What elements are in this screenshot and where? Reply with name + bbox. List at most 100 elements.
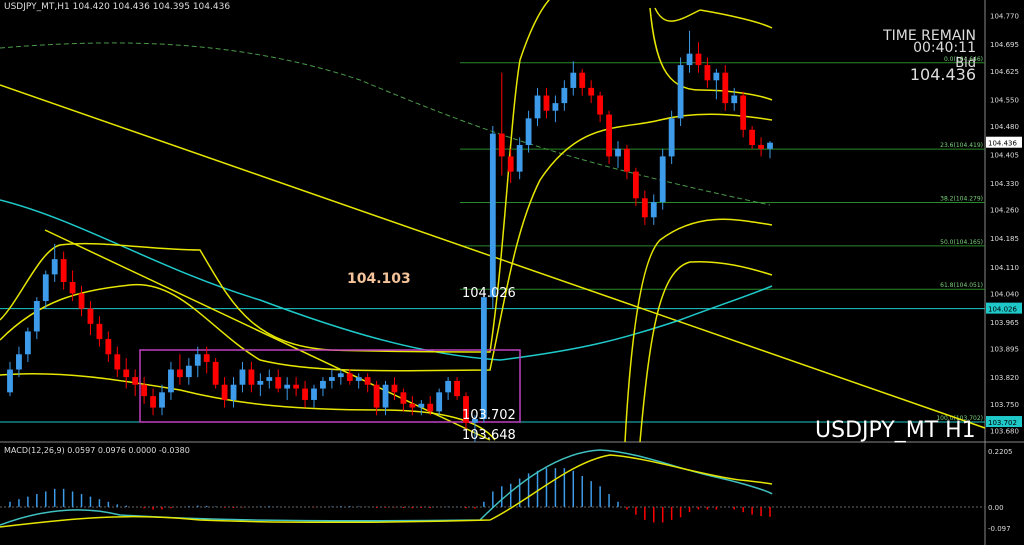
candle-body bbox=[257, 380, 264, 385]
candle-body bbox=[194, 354, 201, 366]
price-tick-label: 103.895 bbox=[990, 346, 1019, 354]
fib-label: 61.8(104.051) bbox=[940, 282, 983, 289]
candle-body bbox=[525, 118, 532, 145]
level-tag-label: 104.026 bbox=[988, 306, 1017, 314]
candle-body bbox=[713, 72, 720, 81]
price-tick-label: 103.750 bbox=[990, 401, 1019, 409]
upper-band-2 bbox=[654, 7, 701, 22]
annotation-mid: 104.026 bbox=[462, 286, 516, 301]
price-tick-label: 104.040 bbox=[990, 290, 1019, 298]
candle-body bbox=[632, 171, 639, 199]
candle-body bbox=[561, 87, 568, 104]
candle-body bbox=[355, 377, 362, 381]
candle-body bbox=[659, 156, 666, 203]
candle-body bbox=[454, 380, 460, 397]
candle-body bbox=[337, 373, 344, 378]
candle-body bbox=[579, 72, 586, 88]
candle-body bbox=[69, 281, 76, 294]
bid-value: 104.436 bbox=[909, 65, 976, 84]
fib-label: 38.2(104.279) bbox=[940, 195, 983, 202]
candle-body bbox=[722, 72, 729, 104]
candle-body bbox=[615, 148, 621, 157]
candle-body bbox=[159, 392, 165, 408]
fib-label: 50.0(104.165) bbox=[940, 239, 983, 246]
price-chart[interactable]: 0.0(104.646)23.6(104.419)38.2(104.279)50… bbox=[0, 0, 1024, 545]
candle-body bbox=[230, 384, 237, 400]
candle-body bbox=[266, 377, 273, 381]
candle-body bbox=[409, 403, 416, 408]
candle-body bbox=[391, 384, 398, 393]
candle-body bbox=[51, 259, 58, 275]
candle-body bbox=[275, 377, 282, 389]
candle-body bbox=[731, 95, 738, 104]
candle-body bbox=[534, 95, 541, 119]
candle-body bbox=[373, 384, 380, 408]
candle-body bbox=[114, 354, 121, 370]
macd-line bbox=[0, 449, 773, 526]
candle-body bbox=[33, 301, 40, 332]
candle-body bbox=[203, 354, 210, 362]
annotation-high: 104.103 bbox=[347, 271, 411, 287]
candle-body bbox=[176, 369, 183, 378]
chart-window: 0.0(104.646) 23.6(104.419) 38.2(104.279) 50… bbox=[0, 0, 1024, 545]
price-tick-label: 104.770 bbox=[990, 13, 1019, 21]
candle-body bbox=[78, 293, 85, 309]
price-tick-label: 103.820 bbox=[990, 374, 1019, 382]
upper-band-3 bbox=[699, 9, 773, 29]
candle-body bbox=[328, 377, 335, 381]
fib-label: 23.6(104.419) bbox=[940, 142, 983, 149]
price-tick-label: 104.185 bbox=[990, 235, 1019, 243]
candle-body bbox=[293, 384, 300, 389]
macd-axis-label: 0.2205 bbox=[988, 448, 1013, 456]
candle-body bbox=[105, 339, 112, 355]
candle-body bbox=[507, 156, 514, 172]
candle-body bbox=[60, 259, 67, 282]
candle-body bbox=[302, 388, 308, 400]
candle-body bbox=[427, 403, 434, 412]
candle-body bbox=[606, 114, 612, 157]
candle-body bbox=[677, 65, 684, 119]
candle-body bbox=[221, 384, 228, 400]
candle-body bbox=[624, 148, 630, 172]
price-tick-label: 104.480 bbox=[990, 123, 1019, 131]
candle-body bbox=[141, 384, 148, 397]
candle-body bbox=[740, 95, 747, 130]
macd-header: MACD(12,26,9) 0.0597 0.0976 0.0000 -0.03… bbox=[4, 446, 190, 455]
price-tick-label: 104.550 bbox=[990, 96, 1019, 104]
long-ma-line bbox=[0, 42, 771, 206]
candle-body bbox=[168, 369, 174, 393]
price-tick-label: 104.625 bbox=[990, 68, 1019, 76]
signal-line bbox=[0, 454, 773, 528]
candle-body bbox=[489, 133, 496, 298]
price-tick-label: 104.695 bbox=[990, 41, 1019, 49]
price-tick-label: 103.965 bbox=[990, 319, 1019, 327]
candle-body bbox=[87, 308, 94, 324]
candle-body bbox=[588, 87, 595, 96]
trendline bbox=[44, 229, 491, 441]
candle-body bbox=[320, 380, 326, 389]
candle-body bbox=[400, 392, 407, 404]
candle-body bbox=[704, 65, 711, 81]
candle-body bbox=[123, 369, 130, 378]
candle-body bbox=[597, 95, 604, 115]
candle-body bbox=[749, 129, 756, 145]
candle-body bbox=[212, 361, 219, 385]
candle-body bbox=[570, 72, 577, 88]
candle-body bbox=[436, 392, 443, 412]
candle-body bbox=[24, 331, 31, 355]
candle-body bbox=[42, 274, 49, 302]
candle-body bbox=[480, 297, 487, 419]
candle-body bbox=[543, 95, 550, 111]
candle-body bbox=[641, 198, 648, 218]
candle-body bbox=[767, 142, 773, 149]
candle-body bbox=[686, 53, 693, 66]
candle-body bbox=[758, 144, 764, 149]
watermark: USDJPY_MT H1 bbox=[815, 418, 976, 443]
annotation-box-low: 103.702 bbox=[462, 408, 516, 423]
candle-body bbox=[284, 384, 291, 389]
candle-body bbox=[96, 323, 103, 340]
candle-body bbox=[650, 202, 657, 218]
candle-body bbox=[185, 365, 192, 378]
macd-axis-label: -0.097 bbox=[988, 525, 1011, 533]
candle-body bbox=[346, 373, 353, 381]
